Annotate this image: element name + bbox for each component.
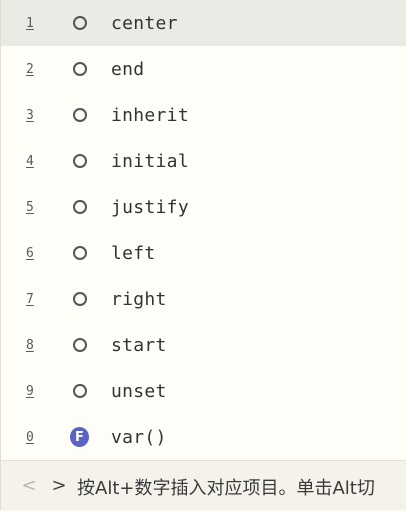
suggestion-label: justify [111, 196, 189, 218]
suggestion-label: end [111, 58, 145, 80]
item-number: 5 [26, 199, 34, 215]
suggestion-item-start[interactable]: 8 start [1, 322, 406, 368]
suggestion-label: unset [111, 380, 167, 402]
suggestion-item-right[interactable]: 7 right [1, 276, 406, 322]
property-value-icon [71, 382, 89, 400]
suggestion-item-var[interactable]: 0 F var() [1, 414, 406, 460]
item-number: 3 [26, 107, 34, 123]
suggestion-label: right [111, 288, 167, 310]
suggestion-label: var() [111, 426, 167, 448]
item-number: 0 [26, 429, 34, 445]
suggestion-item-left[interactable]: 6 left [1, 230, 406, 276]
property-value-icon [71, 152, 89, 170]
suggestion-item-initial[interactable]: 4 initial [1, 138, 406, 184]
item-number: 6 [26, 245, 34, 261]
suggestion-label: left [111, 242, 156, 264]
property-value-icon [71, 14, 89, 32]
suggestion-label: center [111, 12, 178, 34]
property-value-icon [71, 60, 89, 78]
function-icon: F [70, 427, 89, 447]
completion-popup: 1 center 2 end 3 inherit 4 initial 5 jus… [0, 0, 406, 510]
suggestion-item-center[interactable]: 1 center [1, 0, 406, 46]
property-value-icon [71, 290, 89, 308]
property-value-icon [71, 106, 89, 124]
property-value-icon [71, 336, 89, 354]
item-number: 2 [26, 61, 34, 77]
property-value-icon [71, 198, 89, 216]
suggestion-label: initial [111, 150, 189, 172]
suggestion-label: inherit [111, 104, 189, 126]
suggestion-label: start [111, 334, 167, 356]
suggestion-item-end[interactable]: 2 end [1, 46, 406, 92]
next-page-button[interactable]: > [49, 474, 69, 496]
suggestion-item-unset[interactable]: 9 unset [1, 368, 406, 414]
footer-hint-text: 按Alt+数字插入对应项目。单击Alt切 [77, 478, 375, 499]
suggestion-item-inherit[interactable]: 3 inherit [1, 92, 406, 138]
property-value-icon [71, 244, 89, 262]
item-number: 9 [26, 383, 34, 399]
item-number: 7 [26, 291, 34, 307]
suggestion-list: 1 center 2 end 3 inherit 4 initial 5 jus… [1, 0, 406, 460]
suggestion-item-justify[interactable]: 5 justify [1, 184, 406, 230]
previous-page-button[interactable]: < [19, 474, 39, 496]
item-number: 4 [26, 153, 34, 169]
completion-footer: < > 按Alt+数字插入对应项目。单击Alt切 [1, 460, 406, 510]
item-number: 1 [26, 15, 34, 31]
item-number: 8 [26, 337, 34, 353]
